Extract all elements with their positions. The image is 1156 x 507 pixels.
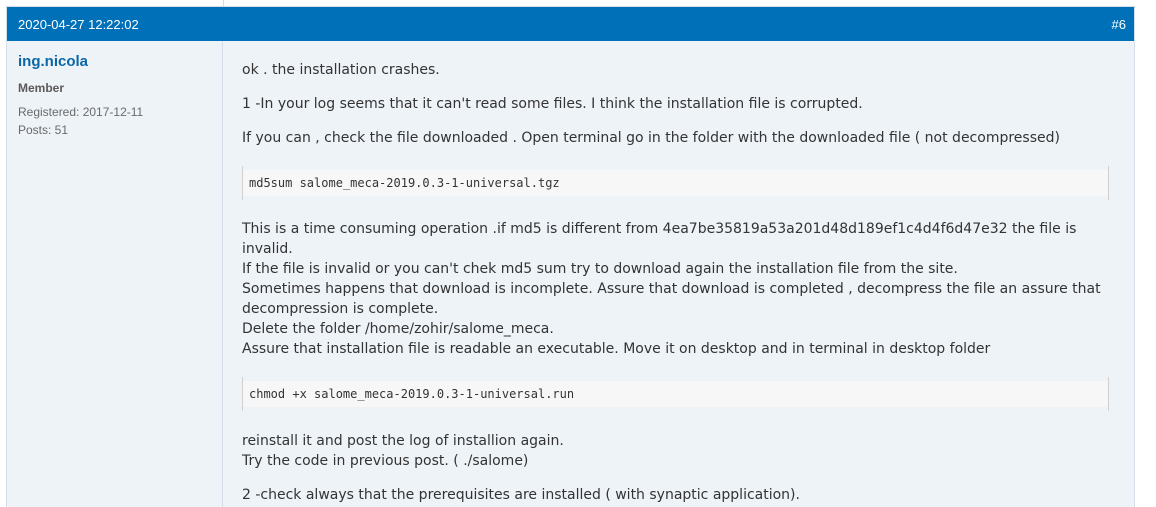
paragraph-5-line-1: reinstall it and post the log of install… bbox=[242, 433, 564, 449]
code-block-md5sum: md5sum salome_meca-2019.0.3-1-universal.… bbox=[242, 166, 1109, 200]
code-line[interactable]: chmod +x salome_meca-2019.0.3-1-universa… bbox=[249, 386, 574, 402]
right-gutter bbox=[1135, 0, 1156, 507]
post-date: 2020-04-27 12:22:02 bbox=[18, 17, 139, 32]
forum-page: 2020-04-27 12:22:02 #6 ing.nicola Member… bbox=[0, 0, 1156, 507]
paragraph-4-line-3: If the file is invalid or you can't chek… bbox=[242, 261, 958, 277]
paragraph-4-line-4: Sometimes happens that download is incom… bbox=[242, 281, 1101, 297]
code-block-chmod: chmod +x salome_meca-2019.0.3-1-universa… bbox=[242, 377, 1109, 411]
paragraph-4-line-2: invalid. bbox=[242, 241, 293, 257]
code-line[interactable]: md5sum salome_meca-2019.0.3-1-universal.… bbox=[249, 175, 560, 191]
paragraph-4-line-7: Assure that installation file is readabl… bbox=[242, 341, 991, 357]
paragraph-3: If you can , check the file downloaded .… bbox=[242, 130, 1060, 146]
paragraph-4-line-5: decompression is complete. bbox=[242, 301, 439, 317]
user-panel: ing.nicola Member Registered: 2017-12-11… bbox=[7, 41, 223, 507]
post-number-link[interactable]: #6 bbox=[1112, 17, 1126, 33]
paragraph-5-line-2: Try the code in previous post. ( ./salom… bbox=[242, 453, 529, 469]
paragraph-6: 2 -check always that the prerequisites a… bbox=[242, 487, 800, 503]
user-post-count: Posts: 51 bbox=[18, 123, 69, 137]
post-content: ok . the installation crashes. 1 -In you… bbox=[223, 41, 1134, 507]
post-header: 2020-04-27 12:22:02 #6 bbox=[7, 7, 1134, 41]
paragraph-4-line-1: This is a time consuming operation .if m… bbox=[242, 221, 1077, 237]
paragraph-1: ok . the installation crashes. bbox=[242, 62, 440, 78]
paragraph-4-line-6: Delete the folder /home/zohir/salome_mec… bbox=[242, 321, 554, 337]
forum-post: 2020-04-27 12:22:02 #6 ing.nicola Member… bbox=[6, 6, 1135, 507]
user-registered: Registered: 2017-12-11 bbox=[18, 105, 144, 119]
username-link[interactable]: ing.nicola bbox=[18, 53, 88, 71]
paragraph-2: 1 -In your log seems that it can't read … bbox=[242, 96, 863, 112]
user-title: Member bbox=[18, 81, 65, 95]
